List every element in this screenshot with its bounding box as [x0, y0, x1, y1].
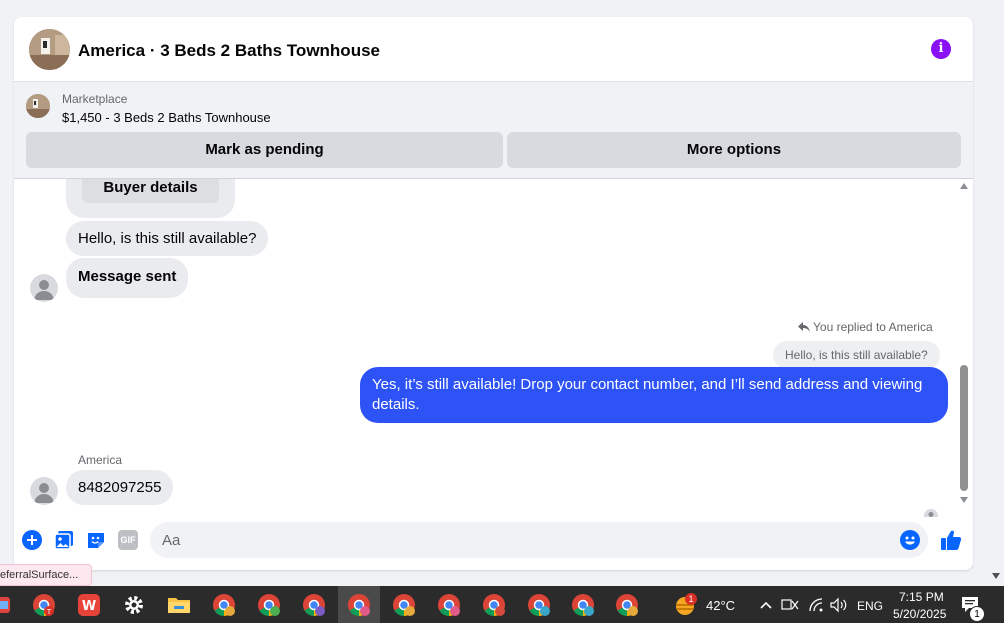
clock-date[interactable]: 5/20/2025 — [893, 607, 946, 621]
weather-badge: 1 — [685, 593, 697, 605]
scrollbar-thumb[interactable] — [960, 365, 968, 491]
listing-summary[interactable]: $1,450 - 3 Beds 2 Baths Townhouse — [62, 110, 271, 125]
seen-avatar — [924, 509, 938, 517]
chrome-profile-icon[interactable] — [437, 593, 461, 617]
reply-quote[interactable]: Hello, is this still available? — [773, 341, 940, 369]
reply-arrow-icon — [798, 322, 810, 332]
language-indicator[interactable]: ENG — [857, 599, 883, 613]
chrome-profile-icon[interactable] — [571, 593, 595, 617]
sticker-icon[interactable] — [86, 530, 106, 550]
chat-header: America · 3 Beds 2 Baths Townhouse i — [14, 17, 973, 82]
settings-gear-icon[interactable] — [122, 593, 146, 617]
message-input[interactable] — [150, 522, 928, 558]
message-scrollbar[interactable] — [959, 179, 971, 517]
volume-icon[interactable] — [830, 597, 848, 613]
chrome-profile-icon[interactable] — [302, 593, 326, 617]
chrome-profile-icon[interactable] — [347, 593, 371, 617]
chrome-profile-icon[interactable] — [212, 593, 236, 617]
chrome-icon[interactable]: T — [32, 593, 56, 617]
listing-thumbnail[interactable] — [26, 94, 50, 118]
chrome-profile-icon[interactable] — [482, 593, 506, 617]
clock-time[interactable]: 7:15 PM — [899, 590, 944, 604]
status-tooltip: eferralSurface... — [0, 564, 92, 586]
buyer-card: Buyer details — [66, 179, 235, 218]
photo-icon[interactable] — [54, 530, 74, 550]
contact-avatar[interactable] — [30, 274, 58, 302]
replied-meta-text: You replied to America — [813, 320, 933, 334]
outgoing-message[interactable]: Yes, it’s still available! Drop your con… — [360, 367, 948, 423]
taskbar: T W 1 42°C ENG 7:15 PM 5/20/2025 1 — [0, 586, 1004, 623]
chat-window: America · 3 Beds 2 Baths Townhouse i Mar… — [14, 17, 973, 570]
wps-office-icon[interactable]: W — [77, 593, 101, 617]
input-method-icon[interactable] — [781, 597, 799, 613]
chrome-profile-icon[interactable] — [257, 593, 281, 617]
incoming-message[interactable]: 8482097255 — [66, 470, 174, 505]
app-icon-partial[interactable] — [0, 593, 14, 617]
more-options-button[interactable]: More options — [507, 132, 961, 168]
scroll-up-arrow-icon[interactable] — [960, 183, 968, 189]
marketplace-label: Marketplace — [62, 92, 128, 106]
weather-temperature[interactable]: 42°C — [706, 598, 735, 613]
svg-text:T: T — [46, 608, 52, 616]
page-scroll-down-arrow-icon[interactable] — [992, 573, 1000, 579]
marketplace-bar: Marketplace $1,450 - 3 Beds 2 Baths Town… — [14, 82, 973, 179]
gif-icon[interactable]: GIF — [118, 530, 138, 550]
sender-name: America — [78, 453, 123, 467]
replied-meta: You replied to America — [798, 320, 933, 334]
chrome-profile-icon[interactable] — [392, 593, 416, 617]
plus-icon[interactable] — [22, 530, 42, 550]
svg-text:W: W — [82, 599, 96, 614]
wifi-icon[interactable] — [808, 597, 826, 613]
buyer-details-button[interactable]: Buyer details — [82, 179, 219, 203]
mark-as-pending-button[interactable]: Mark as pending — [26, 132, 503, 168]
chrome-profile-icon[interactable] — [527, 593, 551, 617]
chrome-profile-icon[interactable] — [615, 593, 639, 617]
file-explorer-icon[interactable] — [167, 593, 191, 617]
info-icon[interactable]: i — [931, 39, 951, 59]
message-list[interactable]: Buyer details Hello, is this still avail… — [14, 179, 959, 517]
scroll-down-arrow-icon[interactable] — [960, 497, 968, 503]
chat-title: America · 3 Beds 2 Baths Townhouse — [78, 41, 380, 60]
notification-count-badge: 1 — [969, 606, 985, 622]
listing-avatar[interactable] — [29, 29, 70, 70]
emoji-icon[interactable] — [900, 530, 920, 550]
contact-avatar[interactable] — [30, 477, 58, 505]
message-input-box[interactable] — [150, 522, 928, 558]
chevron-up-icon[interactable] — [758, 597, 774, 613]
thumbs-up-icon[interactable] — [940, 529, 962, 551]
incoming-message[interactable]: Message sent — [66, 258, 189, 298]
incoming-message[interactable]: Hello, is this still available? — [66, 221, 269, 256]
composer: GIF — [14, 517, 973, 570]
